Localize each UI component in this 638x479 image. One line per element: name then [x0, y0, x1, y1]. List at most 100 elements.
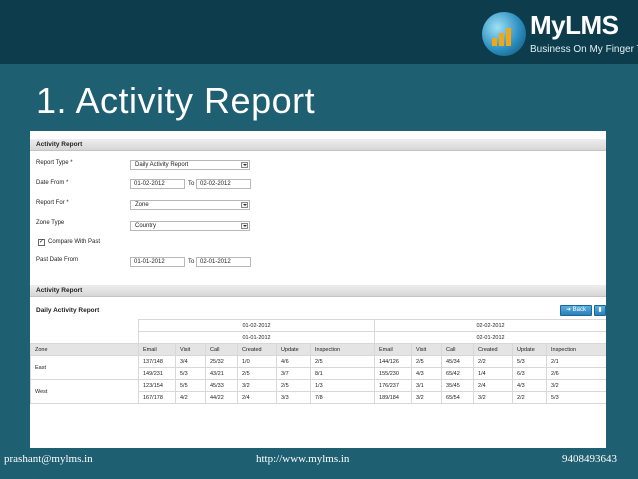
table-cell: 144/126 [374, 355, 413, 368]
zone-type-value: Country [135, 223, 157, 229]
column-header: Call [205, 343, 238, 356]
table-cell: 8/1 [309, 367, 376, 380]
table-cell: 155/230 [374, 367, 413, 380]
date-from-label: Date From * [36, 180, 69, 186]
zone-type-select[interactable]: Country [130, 221, 250, 231]
past-from-input[interactable]: 01-01-2012 [130, 257, 185, 267]
footer-phone: 9408493643 [562, 453, 617, 465]
brand-name: MyLMS [530, 10, 619, 40]
back-button-label: Back [572, 307, 587, 313]
table-cell: 3/2 [237, 379, 277, 392]
column-header: Created [237, 343, 277, 356]
table-cell: 2/5 [309, 355, 376, 368]
table-cell: 2/1 [546, 355, 606, 368]
table-cell: 3/3 [276, 391, 311, 404]
report-panel: Activity Report Report Type * Daily Acti… [30, 131, 606, 448]
table-cell: 2/2 [512, 391, 548, 404]
table-cell: 43/21 [205, 367, 238, 380]
report-for-select[interactable]: Zone [130, 200, 250, 210]
date-from-input[interactable]: 01-02-2012 [130, 179, 185, 189]
column-header: Email [138, 343, 176, 356]
table-cell: 45/34 [441, 355, 475, 368]
column-header: Update [512, 343, 548, 356]
past-to-input[interactable]: 02-01-2012 [196, 257, 251, 267]
period-current: 01-02-2012 [137, 319, 376, 332]
table-cell: 2/6 [546, 367, 606, 380]
past-date-label: Past Date From [36, 257, 79, 263]
period-past: 02-01-2012 [374, 331, 606, 344]
table-cell: 123/154 [138, 379, 176, 392]
report-type-select[interactable]: Daily Activity Report [130, 160, 250, 170]
column-header: Inspection [309, 343, 376, 356]
table-cell: 5/3 [175, 367, 206, 380]
zone-cell: East [30, 355, 139, 380]
table-cell: 44/22 [205, 391, 238, 404]
compare-label: Compare With Past [48, 239, 101, 245]
table-cell: 65/42 [441, 367, 475, 380]
report-for-label: Report For * [36, 200, 69, 206]
report-header: Activity Report [30, 285, 606, 297]
table-cell: 2/5 [237, 367, 277, 380]
document-icon: ▮ [598, 307, 602, 313]
table-cell: 3/2 [473, 391, 514, 404]
to-label: To [188, 181, 195, 187]
slide-title: 1. Activity Report [36, 80, 316, 121]
table-cell: 3/2 [546, 379, 606, 392]
footer-email[interactable]: prashant@mylms.in [4, 453, 93, 465]
table-cell: 4/2 [175, 391, 206, 404]
table-cell: 7/8 [309, 391, 376, 404]
table-cell: 3/7 [276, 367, 311, 380]
table-cell: 25/32 [205, 355, 238, 368]
period-past: 01-01-2012 [137, 331, 376, 344]
compare-checkbox[interactable]: ✓ [38, 239, 45, 246]
zone-cell: West [30, 379, 139, 404]
column-header-row: Zone Email Visit Call Created Update Ins… [30, 343, 606, 356]
period-past-row: 01-01-2012 02-01-2012 [31, 331, 606, 344]
chevron-down-icon [241, 162, 248, 168]
date-to-input[interactable]: 02-02-2012 [196, 179, 251, 189]
table-cell: 5/5 [175, 379, 206, 392]
report-for-value: Zone [135, 202, 149, 208]
column-header: Inspection [546, 343, 606, 356]
table-cell: 3/4 [175, 355, 206, 368]
table-cell: 167/178 [138, 391, 176, 404]
table-row: East 137/148 3/4 25/32 1/0 4/6 2/5 144/126 2/5 45… [30, 355, 606, 380]
export-button[interactable]: ▮ [594, 305, 606, 316]
table-cell: 2/5 [276, 379, 311, 392]
table-cell: 4/6 [276, 355, 311, 368]
report-subtitle: Daily Activity Report [36, 307, 100, 314]
table-cell: 5/3 [546, 391, 606, 404]
table-cell: 2/5 [411, 355, 443, 368]
back-arrow-icon: ➜ [565, 307, 573, 313]
table-cell: 45/33 [205, 379, 238, 392]
bar-chart-icon [492, 24, 518, 46]
chevron-down-icon [241, 223, 248, 229]
column-header: Update [276, 343, 311, 356]
table-cell: 4/3 [512, 379, 548, 392]
table-cell: 189/184 [374, 391, 413, 404]
table-cell: 5/3 [512, 355, 548, 368]
report-type-label: Report Type * [36, 160, 73, 166]
period-row: 01-02-2012 02-02-2012 [31, 319, 606, 332]
table-cell: 1/3 [309, 379, 376, 392]
period-current: 02-02-2012 [374, 319, 606, 332]
mylms-logo: MyLMS Business On My Finger Tip [482, 8, 638, 60]
column-header: Call [441, 343, 475, 356]
footer-url[interactable]: http://www.mylms.in [256, 453, 349, 465]
table-cell: 2/2 [473, 355, 514, 368]
slide: MyLMS Business On My Finger Tip 1. Activ… [0, 0, 638, 479]
zone-header: Zone [30, 343, 139, 356]
back-button[interactable]: ➜ Back [560, 305, 592, 316]
table-cell: 2/4 [473, 379, 514, 392]
column-header: Email [374, 343, 413, 356]
form-header: Activity Report [30, 139, 606, 151]
table-cell: 3/1 [411, 379, 443, 392]
brand-tagline: Business On My Finger Tip [530, 44, 638, 55]
column-header: Visit [175, 343, 206, 356]
table-cell: 149/231 [138, 367, 176, 380]
table-cell: 176/237 [374, 379, 413, 392]
table-cell: 1/4 [473, 367, 514, 380]
table-row: West 123/154 5/5 45/33 3/2 2/5 1/3 176/237 3/1 35… [30, 379, 606, 404]
table-cell: 137/148 [138, 355, 176, 368]
table-cell: 65/54 [441, 391, 475, 404]
